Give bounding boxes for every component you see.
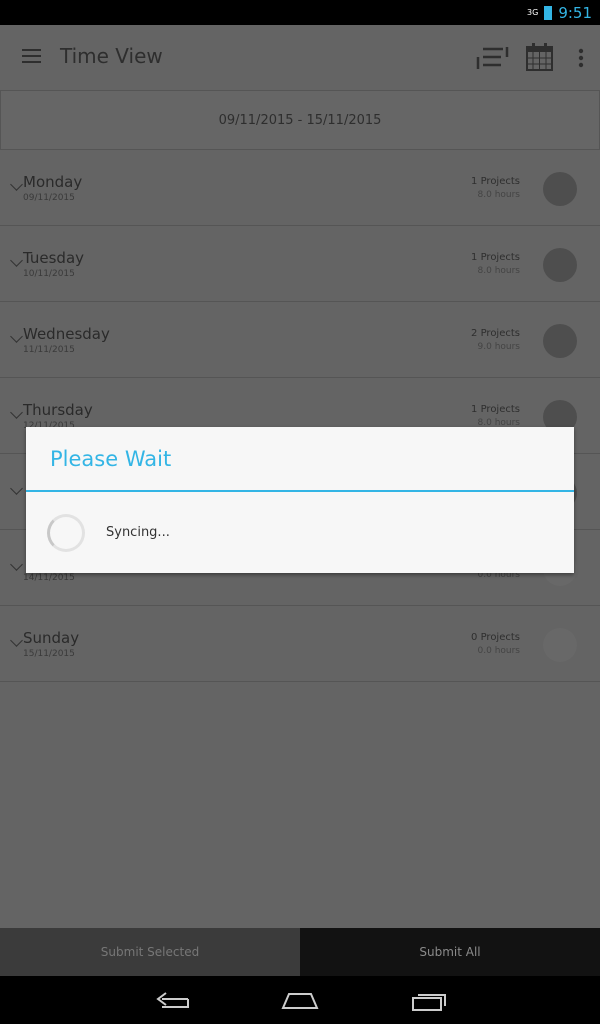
chevron-down-icon[interactable] [10, 482, 23, 495]
back-icon[interactable] [154, 991, 190, 1011]
hours-total: 8.0 hours [477, 266, 520, 276]
day-name: Thursday [23, 401, 93, 419]
app-bar: Time View [0, 25, 600, 90]
clock: 9:51 [558, 3, 592, 22]
status-circle[interactable] [543, 628, 577, 662]
project-count: 1 Projects [471, 176, 520, 187]
status-circle[interactable] [543, 248, 577, 282]
day-name: Monday [23, 173, 83, 191]
status-bar: 3G 9:51 [0, 0, 600, 25]
day-row[interactable]: Wednesday 11/11/2015 2 Projects 9.0 hour… [0, 302, 600, 378]
project-count: 1 Projects [471, 252, 520, 263]
day-date: 11/11/2015 [23, 345, 75, 355]
day-name: Wednesday [23, 325, 110, 343]
overflow-icon[interactable] [578, 48, 584, 68]
page-title: Time View [60, 44, 163, 68]
signal-icon: 3G [527, 8, 539, 17]
day-row[interactable]: Sunday 15/11/2015 0 Projects 0.0 hours [0, 606, 600, 682]
chevron-down-icon[interactable] [10, 634, 23, 647]
day-row[interactable]: Monday 09/11/2015 1 Projects 8.0 hours [0, 150, 600, 226]
date-range-header[interactable]: 09/11/2015 - 15/11/2015 [0, 90, 600, 150]
home-icon[interactable] [281, 990, 319, 1010]
recents-icon[interactable] [411, 990, 447, 1012]
status-circle[interactable] [543, 172, 577, 206]
chevron-down-icon[interactable] [10, 330, 23, 343]
dialog-title: Please Wait [50, 447, 172, 471]
day-date: 10/11/2015 [23, 269, 75, 279]
day-date: 15/11/2015 [23, 649, 75, 659]
project-count: 0 Projects [471, 632, 520, 643]
hours-total: 9.0 hours [477, 342, 520, 352]
day-name: Sunday [23, 629, 80, 647]
chevron-down-icon[interactable] [10, 254, 23, 267]
navigation-bar [0, 976, 600, 1024]
chevron-down-icon[interactable] [10, 558, 23, 571]
sort-icon[interactable] [475, 45, 509, 71]
menu-icon[interactable] [22, 49, 41, 67]
day-name: Tuesday [23, 249, 85, 267]
project-count: 1 Projects [471, 404, 520, 415]
progress-spinner [47, 514, 85, 552]
project-count: 2 Projects [471, 328, 520, 339]
submit-selected-button[interactable]: Submit Selected [0, 928, 300, 976]
day-date: 14/11/2015 [23, 573, 75, 583]
day-row[interactable]: Tuesday 10/11/2015 1 Projects 8.0 hours [0, 226, 600, 302]
chevron-down-icon[interactable] [10, 406, 23, 419]
day-date: 09/11/2015 [23, 193, 75, 203]
please-wait-dialog: Please Wait Syncing... [26, 427, 574, 573]
dialog-message: Syncing... [106, 525, 170, 540]
dialog-divider [26, 490, 574, 492]
calendar-icon[interactable] [526, 43, 553, 71]
status-circle[interactable] [543, 324, 577, 358]
hours-total: 8.0 hours [477, 190, 520, 200]
chevron-down-icon[interactable] [10, 178, 23, 191]
hours-total: 0.0 hours [477, 646, 520, 656]
battery-icon [544, 5, 553, 20]
submit-all-button[interactable]: Submit All [300, 928, 600, 976]
